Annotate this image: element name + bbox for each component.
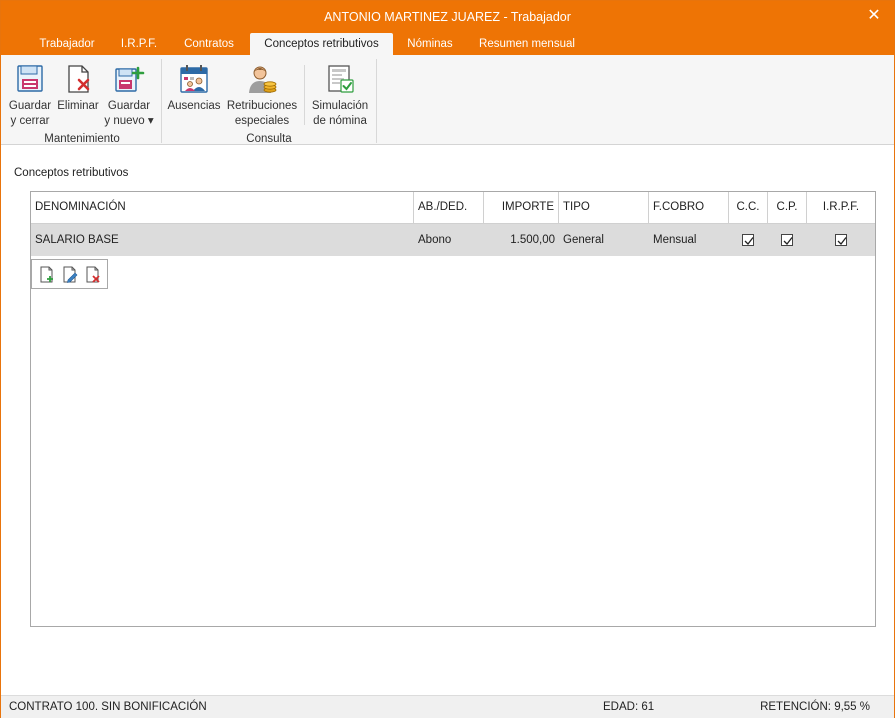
save-close-label-1: Guardar	[8, 100, 52, 112]
edit-document-icon[interactable]	[62, 266, 78, 284]
ausencias-label: Ausencias	[167, 100, 221, 112]
person-coins-icon	[249, 66, 277, 93]
table-row[interactable]: SALARIO BASE Abono 1.500,00 General Mens…	[31, 224, 875, 256]
header-tipo[interactable]: TIPO	[559, 192, 649, 223]
group-separator	[161, 59, 162, 143]
check-icon	[783, 237, 793, 245]
save-close-button[interactable]: Guardar y cerrar	[6, 59, 54, 129]
checkbox-irpf[interactable]	[835, 234, 847, 246]
retribuciones-label-2: especiales	[234, 115, 290, 127]
checkbox-cc[interactable]	[742, 234, 754, 246]
header-cp[interactable]: C.P.	[768, 192, 807, 223]
header-abded[interactable]: AB./DED.	[414, 192, 484, 223]
ribbon: Guardar y cerrar Eliminar Guardar y nuev…	[1, 55, 894, 145]
group-label-mantenimiento: Mantenimiento	[44, 133, 120, 145]
calendar-people-icon	[180, 65, 208, 93]
simulacion-label-1: Simulación	[311, 100, 369, 112]
status-edad: EDAD: 61	[603, 701, 655, 713]
tab-contratos[interactable]: Contratos	[171, 33, 247, 55]
save-new-icon	[115, 66, 145, 92]
status-contrato: CONTRATO 100. SIN BONIFICACIÓN	[9, 701, 207, 713]
check-icon	[744, 237, 754, 245]
delete-document-icon	[68, 65, 90, 93]
close-icon[interactable]: ✕	[864, 6, 884, 26]
header-irpf[interactable]: I.R.P.F.	[807, 192, 875, 223]
grid-header: DENOMINACIÓN AB./DED. IMPORTE TIPO F.COB…	[31, 192, 875, 224]
retribuciones-label-1: Retribuciones	[226, 100, 298, 112]
new-document-icon[interactable]	[39, 266, 55, 284]
tab-bar: Trabajador I.R.P.F. Contratos Conceptos …	[1, 33, 894, 55]
cell-fcobro: Mensual	[653, 234, 697, 246]
status-bar: CONTRATO 100. SIN BONIFICACIÓN EDAD: 61 …	[1, 695, 894, 718]
cell-denominacion: SALARIO BASE	[35, 234, 119, 246]
cell-abded: Abono	[418, 234, 452, 246]
payslip-check-icon	[328, 65, 354, 93]
header-fcobro[interactable]: F.COBRO	[649, 192, 729, 223]
check-icon	[837, 237, 847, 245]
row-toolbar	[31, 259, 108, 289]
cell-tipo: General	[563, 234, 604, 246]
group-separator	[376, 59, 377, 143]
header-denominacion[interactable]: DENOMINACIÓN	[31, 192, 414, 223]
cell-importe: 1.500,00	[510, 234, 555, 246]
tab-trabajador[interactable]: Trabajador	[25, 33, 109, 55]
checkbox-cp[interactable]	[781, 234, 793, 246]
delete-document-icon[interactable]	[85, 266, 101, 284]
tab-irpf[interactable]: I.R.P.F.	[111, 33, 167, 55]
save-new-label-2: y nuevo ▾	[104, 115, 154, 127]
worker-window: ANTONIO MARTINEZ JUAREZ - Trabajador ✕ T…	[0, 0, 895, 718]
save-close-icon	[17, 65, 43, 92]
save-new-button[interactable]: Guardar y nuevo ▾	[103, 59, 155, 129]
save-new-label-1: Guardar	[107, 100, 151, 112]
inner-separator	[304, 65, 305, 125]
retribuciones-especiales-button[interactable]: Retribuciones especiales	[224, 59, 300, 129]
section-title: Conceptos retributivos	[14, 167, 129, 179]
group-label-consulta: Consulta	[246, 133, 292, 145]
tab-resumen-mensual[interactable]: Resumen mensual	[471, 33, 583, 55]
delete-label: Eliminar	[57, 100, 99, 112]
conceptos-grid: DENOMINACIÓN AB./DED. IMPORTE TIPO F.COB…	[30, 191, 876, 627]
simulacion-label-2: de nómina	[313, 115, 367, 127]
simulacion-nomina-button[interactable]: Simulación de nómina	[309, 59, 371, 129]
status-retencion: RETENCIÓN: 9,55 %	[760, 701, 870, 713]
tab-nominas[interactable]: Nóminas	[395, 33, 465, 55]
tab-conceptos-retributivos[interactable]: Conceptos retributivos	[250, 33, 393, 55]
save-close-label-2: y cerrar	[10, 115, 50, 127]
header-cc[interactable]: C.C.	[729, 192, 768, 223]
title-bar: ANTONIO MARTINEZ JUAREZ - Trabajador ✕	[1, 1, 894, 33]
header-importe[interactable]: IMPORTE	[484, 192, 559, 223]
window-title: ANTONIO MARTINEZ JUAREZ - Trabajador	[324, 10, 571, 24]
ausencias-button[interactable]: Ausencias	[167, 59, 221, 114]
delete-button[interactable]: Eliminar	[55, 59, 101, 114]
